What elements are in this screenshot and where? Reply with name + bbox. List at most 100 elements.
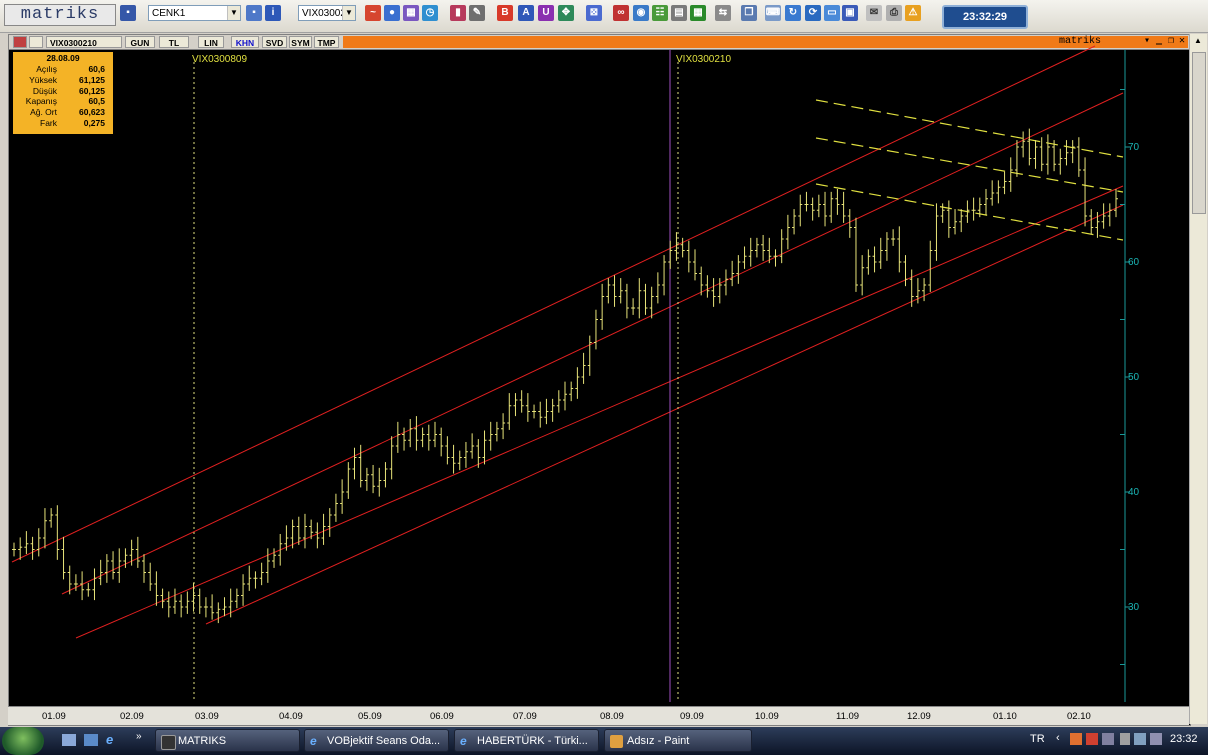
ohlc-bar bbox=[637, 278, 642, 319]
overflow-icon[interactable]: » bbox=[136, 731, 142, 742]
dashed-channel bbox=[815, 137, 1124, 193]
ohlc-bar bbox=[432, 421, 437, 448]
taskbar-matriks[interactable]: MATRIKS bbox=[155, 729, 300, 752]
ohlc-bar bbox=[346, 462, 351, 499]
tray-app-icon[interactable] bbox=[1102, 733, 1114, 745]
ohlc-bar bbox=[1008, 157, 1013, 192]
taskbar: e » MATRIKS e VOBjektif Seans Oda... e HAB… bbox=[0, 727, 1208, 755]
ohlc-bar bbox=[693, 249, 698, 281]
x-tick-label: 07.09 bbox=[513, 711, 537, 722]
ohlc-bar bbox=[18, 537, 23, 560]
ohlc-bar bbox=[148, 562, 153, 591]
switch-window-icon[interactable] bbox=[84, 734, 98, 746]
y-axis: 30 40 50 60 70 bbox=[1120, 89, 1140, 665]
ohlc-bar bbox=[135, 536, 140, 568]
channel-line bbox=[75, 185, 1124, 639]
ohlc-bar bbox=[1014, 140, 1019, 177]
ohlc-bar bbox=[606, 278, 611, 304]
ohlc-bar bbox=[488, 421, 493, 451]
ohlc-bar bbox=[544, 398, 549, 425]
ohlc-bar bbox=[160, 588, 165, 609]
ohlc-bar bbox=[36, 528, 41, 557]
ohlc-bar bbox=[166, 591, 171, 618]
ohlc-bar bbox=[581, 352, 586, 384]
ohlc-bar bbox=[463, 441, 468, 468]
ohlc-bar bbox=[278, 533, 283, 566]
ohlc-bar bbox=[1021, 131, 1026, 158]
ohlc-bar bbox=[835, 188, 840, 215]
ohlc-bar bbox=[804, 191, 809, 212]
channel-line bbox=[11, 45, 1096, 563]
ohlc-bar bbox=[259, 562, 264, 586]
ohlc-bar bbox=[1033, 140, 1038, 169]
ohlc-bar bbox=[445, 436, 450, 465]
tray-app-icon[interactable] bbox=[1070, 733, 1082, 745]
taskbar-vobjektif[interactable]: e VOBjektif Seans Oda... bbox=[304, 729, 449, 752]
tray-clock[interactable]: 23:32 bbox=[1170, 733, 1198, 745]
price-chart[interactable]: VIX0300809 VIX0300210 30 40 50 60 70 bbox=[0, 0, 1208, 755]
scroll-thumb[interactable] bbox=[1192, 52, 1206, 214]
ohlc-bar bbox=[154, 571, 159, 606]
start-button[interactable] bbox=[2, 727, 44, 755]
ohlc-bar bbox=[426, 424, 431, 451]
ohlc-bar bbox=[748, 237, 753, 267]
ohlc-bar bbox=[482, 430, 487, 465]
ohlc-bar bbox=[983, 188, 988, 215]
ohlc-bar bbox=[451, 444, 456, 474]
ohlc-bar bbox=[501, 413, 506, 440]
info-row-open: Açılış 60,6 bbox=[36, 64, 105, 74]
taskbar-paint[interactable]: Adsız - Paint bbox=[604, 729, 752, 752]
ohlc-bar bbox=[1058, 148, 1063, 175]
ie-icon[interactable]: e bbox=[106, 733, 120, 747]
ohlc-bar bbox=[736, 255, 741, 284]
taskbar-haberturk[interactable]: e HABERTÜRK - Türki... bbox=[454, 729, 599, 752]
tray-app-icon[interactable] bbox=[1086, 733, 1098, 745]
ohlc-bar bbox=[959, 209, 964, 233]
ohlc-bar bbox=[439, 427, 444, 457]
x-tick-label: 03.09 bbox=[195, 711, 219, 722]
desktop-icon[interactable] bbox=[62, 734, 76, 746]
ohlc-bar bbox=[327, 508, 332, 537]
ohlc-bar bbox=[402, 427, 407, 451]
x-tick-label: 02.09 bbox=[120, 711, 144, 722]
volume-icon[interactable] bbox=[1150, 733, 1162, 745]
ohlc-bar bbox=[624, 283, 629, 319]
ohlc-bars bbox=[12, 128, 1118, 624]
ohlc-bar bbox=[24, 531, 29, 555]
contract-marker: VIX0300210 bbox=[676, 54, 731, 65]
y-tick-label: 50 bbox=[1128, 372, 1140, 383]
ohlc-bar bbox=[321, 513, 326, 545]
ohlc-bar bbox=[315, 522, 320, 549]
channel-line bbox=[61, 92, 1124, 595]
ohlc-bar bbox=[705, 275, 710, 298]
ohlc-bar bbox=[172, 588, 177, 614]
ohlc-bar bbox=[395, 421, 400, 453]
ohlc-bar bbox=[55, 505, 60, 560]
ohlc-bar bbox=[265, 548, 270, 583]
ohlc-bar bbox=[371, 464, 376, 494]
ohlc-bar bbox=[618, 278, 623, 304]
network-icon[interactable] bbox=[1134, 733, 1146, 745]
ohlc-bar bbox=[1083, 157, 1088, 227]
language-indicator[interactable]: TR bbox=[1030, 733, 1045, 745]
ohlc-info-panel: 28.08.09 Açılış 60,6 Yüksek 61,125 Düşük 60… bbox=[13, 52, 113, 134]
ohlc-bar bbox=[42, 508, 47, 549]
vertical-scrollbar[interactable]: ▲ bbox=[1189, 34, 1207, 724]
info-row-wavg: Ağ. Ort 60,623 bbox=[30, 107, 105, 118]
ohlc-bar bbox=[532, 404, 537, 419]
ohlc-bar bbox=[408, 418, 413, 448]
chevron-left-icon[interactable]: ‹ bbox=[1056, 732, 1060, 744]
ohlc-bar bbox=[470, 433, 475, 459]
ohlc-bar bbox=[866, 249, 871, 275]
ohlc-bar bbox=[272, 548, 277, 568]
ohlc-bar bbox=[383, 462, 388, 488]
ohlc-bar bbox=[1101, 203, 1106, 229]
ohlc-bar bbox=[996, 180, 1001, 204]
ohlc-bar bbox=[179, 594, 184, 618]
ohlc-bar bbox=[891, 229, 896, 246]
ohlc-bar bbox=[612, 275, 617, 307]
contract-marker: VIX0300809 bbox=[192, 54, 247, 65]
ohlc-bar bbox=[241, 574, 246, 606]
battery-icon[interactable] bbox=[1120, 733, 1130, 745]
scroll-up-icon[interactable]: ▲ bbox=[1192, 36, 1204, 48]
